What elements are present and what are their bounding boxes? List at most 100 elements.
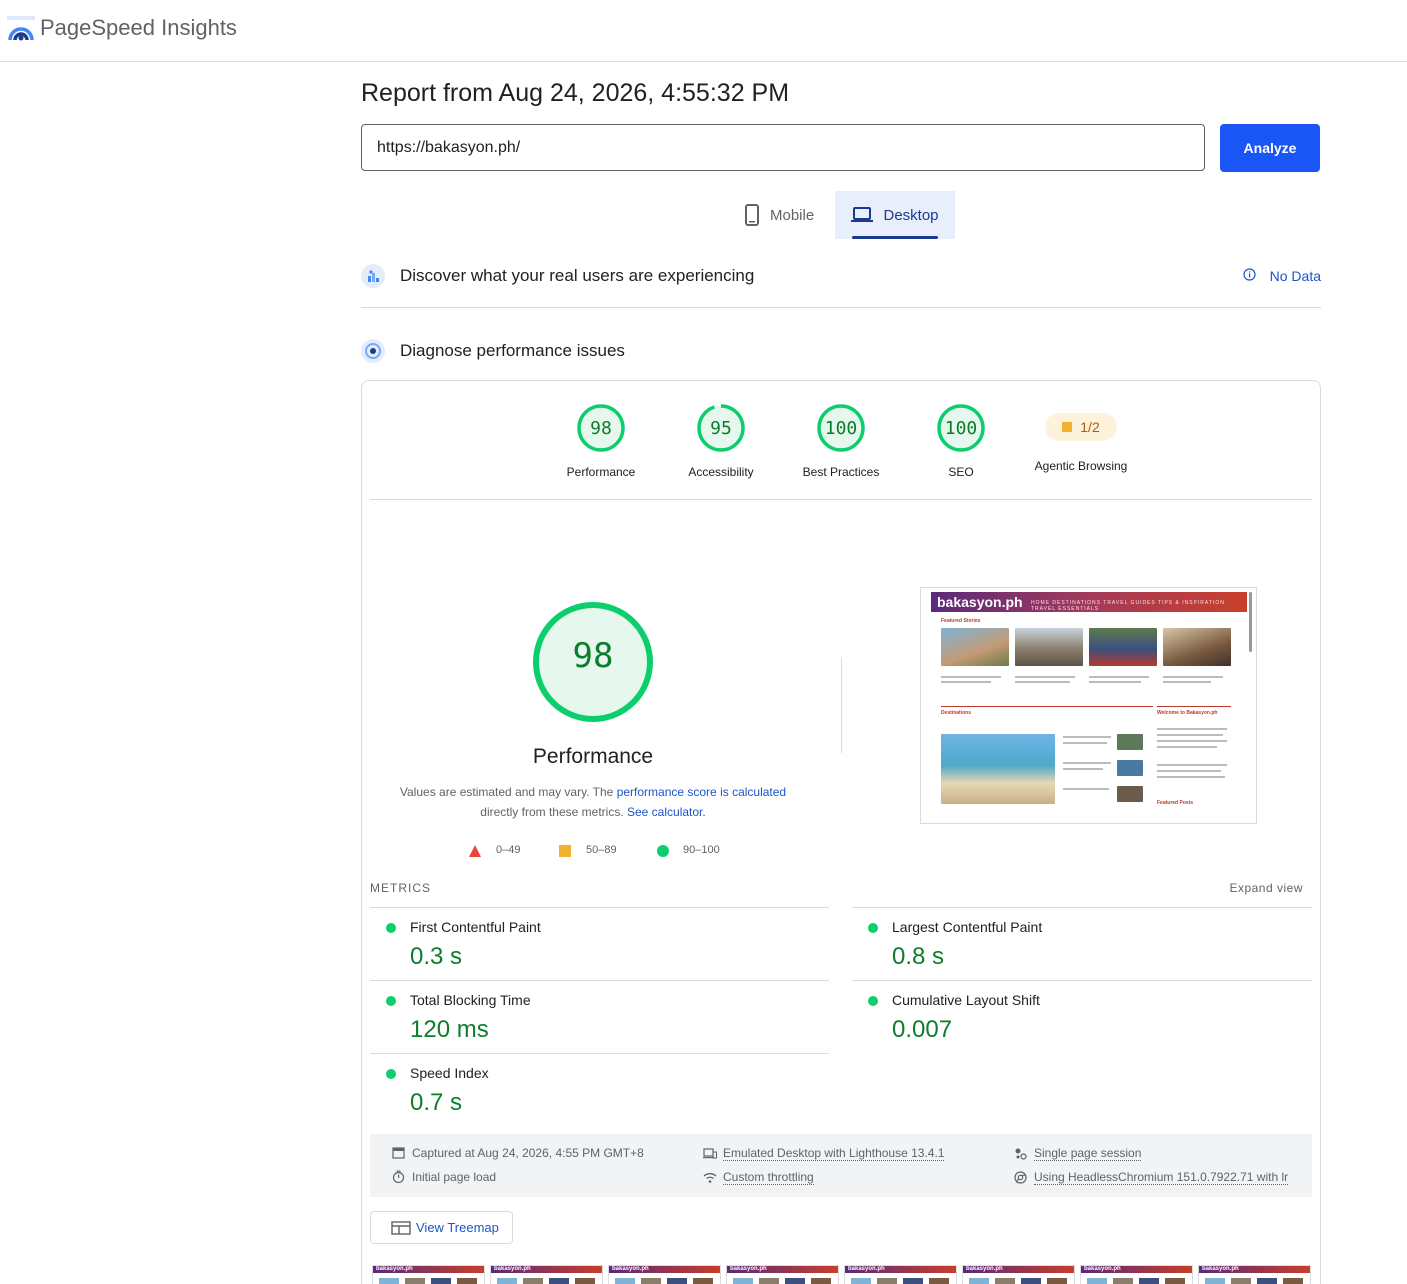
gauge-performance[interactable]: 98 Performance (541, 403, 661, 479)
timer-icon (392, 1170, 406, 1184)
app-title[interactable]: PageSpeed Insights (40, 15, 237, 41)
screenshot-text-line (1063, 742, 1107, 744)
frame-photo (733, 1278, 753, 1284)
screenshot-featured-posts-label: Featured Posts (1157, 800, 1194, 806)
pass-circle-icon (386, 996, 396, 1006)
filmstrip-frame[interactable]: bakasyon.ph (962, 1265, 1075, 1284)
screenshot-welcome-label: Welcome to Bakasyon.ph (1157, 710, 1218, 716)
vertical-divider (841, 657, 842, 753)
metric-name: Total Blocking Time (410, 992, 531, 1008)
gauge-agentic-label: Agentic Browsing (1034, 459, 1128, 473)
info-icon (1243, 268, 1256, 284)
browser-version[interactable]: Using HeadlessChromium 151.0.7922.71 wit… (1014, 1170, 1289, 1185)
screenshot-text-line (1089, 681, 1141, 683)
page-load-type: Initial page load (392, 1170, 496, 1184)
metric-divider (852, 980, 1312, 981)
no-data-label: No Data (1269, 268, 1321, 284)
view-treemap-label: View Treemap (416, 1220, 499, 1235)
gauge-agentic-browsing[interactable]: 1/2 Agentic Browsing (1021, 403, 1141, 473)
metric-value: 0.7 s (410, 1089, 463, 1116)
frame-brand: bakasyon.ph (1084, 1266, 1121, 1272)
screenshot-text-line (1157, 728, 1227, 730)
metric-value: 0.007 (892, 1016, 953, 1043)
frame-photo (1165, 1278, 1185, 1284)
pass-circle-icon (386, 1069, 396, 1079)
legend-fail: 0–49 (496, 844, 521, 856)
screenshot-featured-label: Featured Stories (941, 618, 981, 624)
emulated-device[interactable]: Emulated Desktop with Lighthouse 13.4.1 (703, 1146, 945, 1161)
analyze-button[interactable]: Analyze (1220, 124, 1320, 172)
filmstrip-frame[interactable]: bakasyon.ph (372, 1265, 485, 1284)
view-treemap-button[interactable]: View Treemap (370, 1211, 513, 1244)
screenshot-text-line (1163, 676, 1223, 678)
frame-photo (995, 1278, 1015, 1284)
screenshot-text-line (941, 681, 991, 683)
legend-pass: 90–100 (683, 844, 720, 856)
tab-mobile[interactable]: Mobile (744, 191, 836, 239)
throttling-text: Custom throttling (723, 1170, 814, 1185)
frame-photo (615, 1278, 635, 1284)
metric-name: Speed Index (410, 1065, 489, 1081)
disclaimer-text-2: directly from these metrics. (480, 805, 624, 819)
disclaimer-text: Values are estimated and may vary. The (399, 785, 614, 799)
screenshot-text-line (1157, 776, 1225, 778)
score-calculated-link[interactable]: performance score is calculated (617, 785, 786, 799)
screenshot-destinations-label: Destinations (941, 710, 972, 716)
frame-photo (929, 1278, 949, 1284)
frame-photo (811, 1278, 831, 1284)
metric-lcp: Largest Contentful Paint 0.8 s (852, 909, 1272, 979)
frame-photo (575, 1278, 595, 1284)
screenshot-photo (941, 628, 1009, 666)
gauge-best-practices[interactable]: 100 Best Practices (781, 403, 901, 479)
frame-photo (1283, 1278, 1303, 1284)
metric-divider (370, 980, 829, 981)
screenshot-scrollbar (1249, 592, 1252, 652)
frame-photo (1257, 1278, 1277, 1284)
metric-name: Cumulative Layout Shift (892, 992, 1040, 1008)
screenshot-text-line (1063, 768, 1103, 770)
frame-photo (969, 1278, 989, 1284)
gauge-accessibility[interactable]: 95 Accessibility (661, 403, 781, 479)
filmstrip-frame[interactable]: bakasyon.ph (608, 1265, 721, 1284)
session-type[interactable]: Single page session (1014, 1146, 1142, 1161)
metric-tbt: Total Blocking Time 120 ms (370, 982, 790, 1052)
session-text: Single page session (1034, 1146, 1142, 1161)
pagespeed-logo-icon[interactable] (7, 16, 35, 42)
screenshot-text-line (1157, 764, 1227, 766)
filmstrip-frame[interactable]: bakasyon.ph (1080, 1265, 1193, 1284)
gauge-performance-label: Performance (566, 465, 636, 479)
agentic-score-pill: 1/2 (1045, 413, 1117, 441)
legend-average: 50–89 (586, 844, 617, 856)
screenshot-header: bakasyon.ph HOME DESTINATIONS TRAVEL GUI… (931, 592, 1247, 612)
metric-value: 0.3 s (410, 943, 463, 970)
throttling[interactable]: Custom throttling (703, 1170, 814, 1185)
diagnose-icon (361, 339, 385, 363)
final-screenshot[interactable]: bakasyon.ph HOME DESTINATIONS TRAVEL GUI… (920, 587, 1257, 824)
wifi-icon (703, 1171, 717, 1185)
metric-si: Speed Index 0.7 s (370, 1055, 790, 1125)
no-data-indicator[interactable]: No Data (1243, 268, 1321, 284)
frame-photo (405, 1278, 425, 1284)
metrics-heading: METRICS (370, 881, 431, 895)
frame-photo (877, 1278, 897, 1284)
gauge-seo[interactable]: 100 SEO (901, 403, 1021, 479)
filmstrip-frame[interactable]: bakasyon.ph (726, 1265, 839, 1284)
see-calculator-link[interactable]: See calculator. (627, 805, 706, 819)
screenshot-photo (1163, 628, 1231, 666)
filmstrip-frame[interactable]: bakasyon.ph (490, 1265, 603, 1284)
screenshot-text-line (1157, 734, 1223, 736)
url-input[interactable] (361, 124, 1205, 171)
expand-view-link[interactable]: Expand view (1229, 881, 1303, 895)
filmstrip-frame[interactable]: bakasyon.ph (844, 1265, 957, 1284)
filmstrip-frame[interactable]: bakasyon.ph (1198, 1265, 1311, 1284)
screenshot-photo (1117, 760, 1143, 776)
frame-brand: bakasyon.ph (848, 1266, 885, 1272)
frame-photo (785, 1278, 805, 1284)
frame-brand: bakasyon.ph (376, 1266, 413, 1272)
pass-circle-icon (868, 996, 878, 1006)
gauge-best-practices-label: Best Practices (802, 465, 880, 479)
metric-fcp: First Contentful Paint 0.3 s (370, 909, 790, 979)
tab-desktop[interactable]: Desktop (835, 191, 955, 239)
section-divider (361, 307, 1321, 308)
phone-icon (744, 204, 760, 226)
